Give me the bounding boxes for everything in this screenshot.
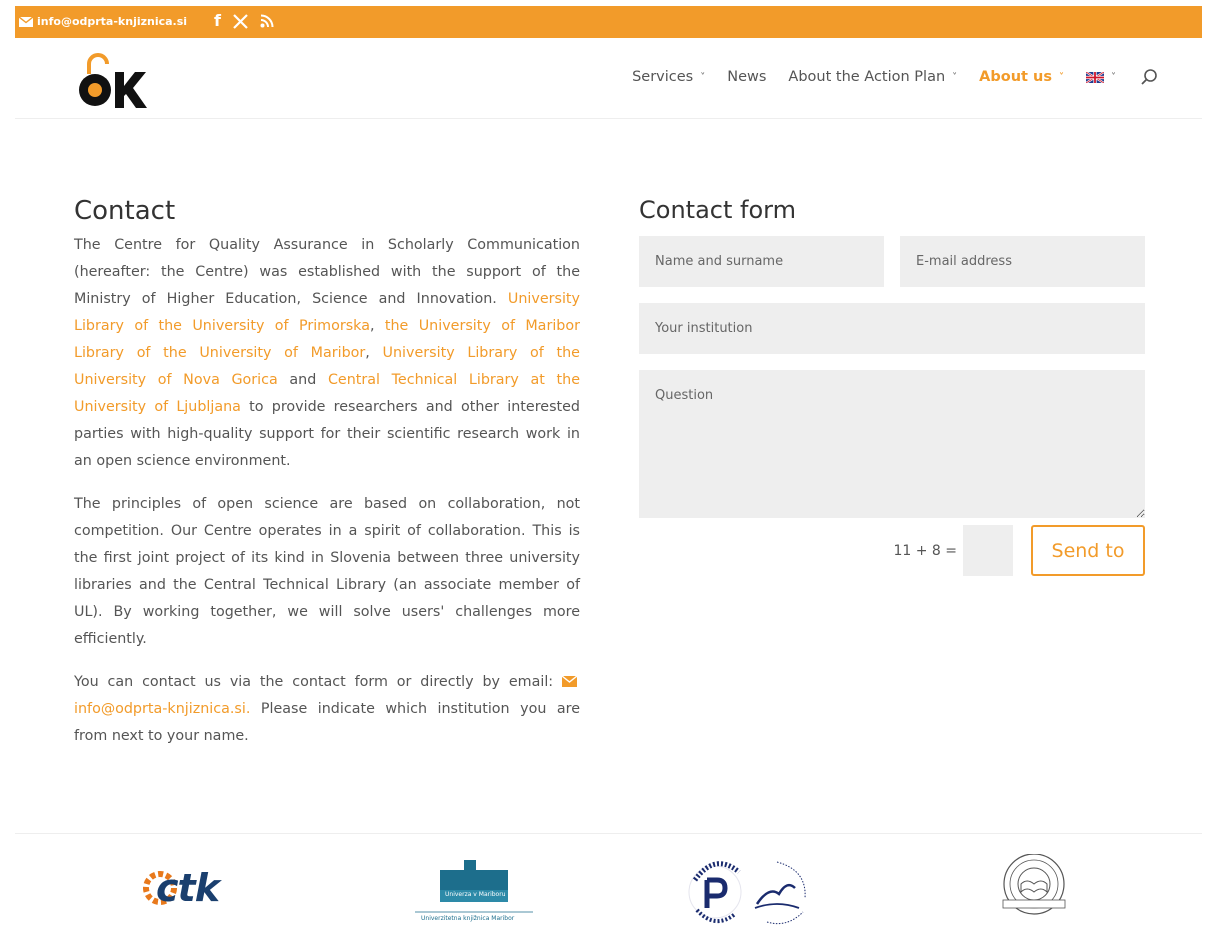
facebook-icon[interactable]: f	[214, 12, 221, 30]
contact-section: Contact The Centre for Quality Assurance…	[74, 196, 580, 766]
site-header: Services ˅ News About the Action Plan ˅ …	[15, 38, 1202, 119]
ung-seal-icon	[1002, 853, 1066, 915]
institution-input[interactable]	[639, 303, 1145, 354]
contact-email-text: info@odprta-knjiznica.si.	[74, 701, 251, 717]
contact-title: Contact	[74, 196, 176, 226]
name-input[interactable]	[639, 236, 884, 287]
univerza-v-mariboru-logo[interactable]: Univerza v Mariboru Univerzitetna knjižn…	[413, 856, 535, 926]
form-row-name-email	[639, 236, 1145, 287]
envelope-icon	[19, 16, 33, 27]
um-logo-text: Univerza v Mariboru	[445, 891, 506, 898]
chevron-down-icon: ˅	[1111, 71, 1116, 83]
nav-about-us-label: About us	[979, 69, 1052, 85]
uk-flag-icon	[1086, 71, 1104, 83]
top-email-link[interactable]: info@odprta-knjiznica.si	[19, 15, 187, 28]
chevron-down-icon: ˅	[1059, 71, 1064, 83]
question-textarea[interactable]	[639, 370, 1145, 518]
search-icon[interactable]	[1140, 68, 1158, 86]
p1-separator: and	[277, 372, 328, 388]
nav-action-plan[interactable]: About the Action Plan ˅	[788, 69, 957, 85]
top-bar: info@odprta-knjiznica.si f	[15, 6, 1202, 38]
univerza-na-primorskem-logo[interactable]	[687, 850, 817, 930]
p3-start: You can contact us via the contact form …	[74, 674, 562, 690]
captcha-row: 11 + 8 = Send to	[639, 525, 1145, 576]
contact-paragraph-2: The principles of open science are based…	[74, 496, 580, 647]
p1-separator: ,	[369, 318, 385, 334]
nav-about-us[interactable]: About us ˅	[979, 69, 1064, 85]
social-links: f	[214, 12, 274, 30]
captcha-label: 11 + 8 =	[893, 542, 957, 559]
p1-separator: ,	[365, 345, 383, 361]
univerza-v-novi-gorici-logo[interactable]	[1001, 853, 1067, 920]
chevron-down-icon: ˅	[952, 71, 958, 83]
page: info@odprta-knjiznica.si f Services ˅ Ne…	[15, 6, 1202, 933]
nav-news[interactable]: News	[727, 69, 766, 85]
ok-logo[interactable]	[77, 48, 157, 110]
um-logo-subtext: Univerzitetna knjižnica Maribor	[421, 915, 515, 922]
contact-paragraph-3: You can contact us via the contact form …	[74, 669, 580, 750]
main-nav: Services ˅ News About the Action Plan ˅ …	[610, 68, 1158, 86]
p1-intro: The Centre for Quality Assurance in Scho…	[74, 237, 580, 307]
contact-form: Contact form 11 + 8 = Send to	[639, 196, 1145, 576]
nav-services-label: Services	[632, 69, 694, 85]
x-icon[interactable]	[233, 13, 248, 29]
top-email-text: info@odprta-knjiznica.si	[37, 15, 188, 28]
envelope-icon	[561, 675, 578, 687]
nav-news-label: News	[727, 69, 767, 85]
captcha-input[interactable]	[963, 525, 1013, 576]
nav-services[interactable]: Services ˅	[632, 69, 705, 85]
language-switcher[interactable]: ˅	[1086, 71, 1116, 83]
contact-paragraph-1: The Centre for Quality Assurance in Scho…	[74, 232, 580, 475]
rss-icon[interactable]	[260, 14, 274, 28]
send-button[interactable]: Send to	[1031, 525, 1145, 576]
email-input[interactable]	[900, 236, 1145, 287]
ctk-logo[interactable]: ctk	[142, 864, 242, 912]
contact-form-title: Contact form	[639, 196, 796, 224]
chevron-down-icon: ˅	[700, 71, 706, 83]
nav-action-plan-label: About the Action Plan	[788, 69, 946, 85]
up-seal-icon	[688, 861, 806, 925]
ctk-logo-text: ctk	[156, 866, 220, 910]
partner-logos: ctk Univerza v Mariboru Univerzitetna kn…	[15, 833, 1202, 933]
